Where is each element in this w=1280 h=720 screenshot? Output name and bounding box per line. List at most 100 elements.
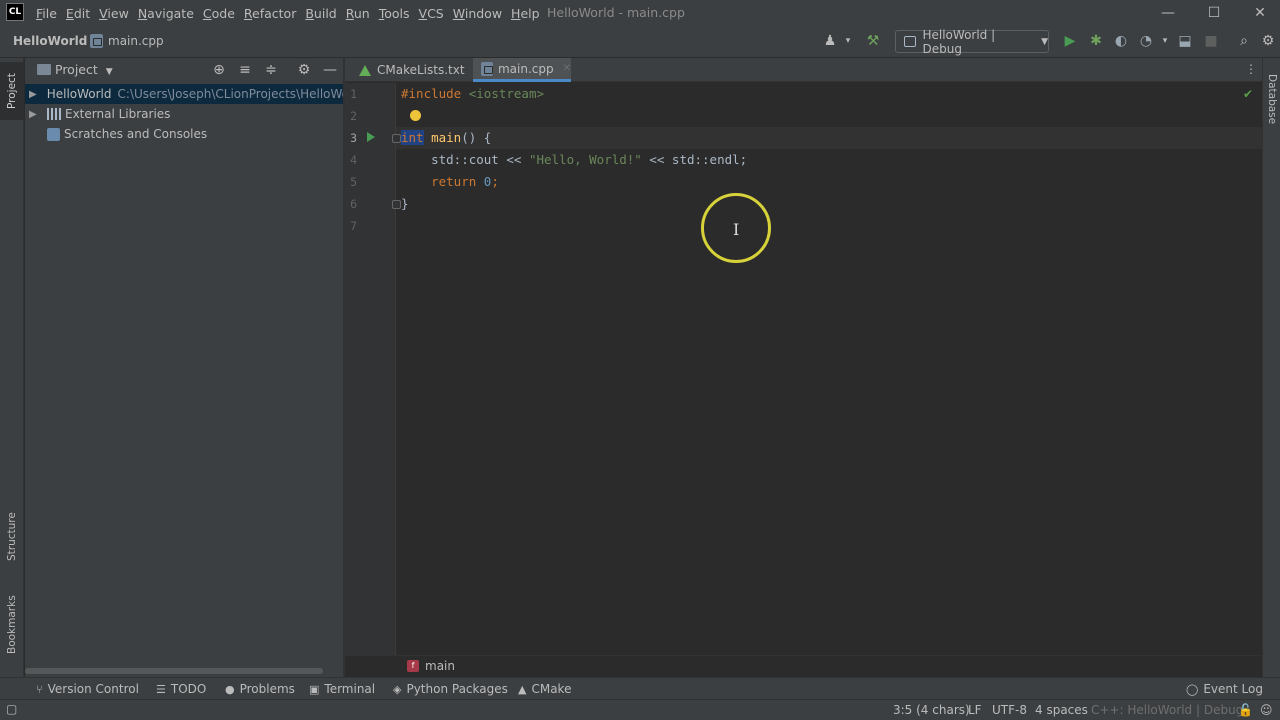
side-tab-structure[interactable]: Structure: [0, 502, 24, 572]
gear-icon[interactable]: ⚙: [295, 61, 313, 79]
tree-item-helloworld[interactable]: ▶ HelloWorld C:\Users\Joseph\CLionProjects…: [25, 84, 343, 104]
line-number: 6: [350, 197, 357, 211]
side-tab-bookmarks[interactable]: Bookmarks: [0, 586, 24, 664]
side-tab-project[interactable]: Project: [0, 62, 24, 120]
no-problems-check-icon[interactable]: ✔: [1243, 87, 1253, 101]
menu-refactor[interactable]: Refactor: [244, 6, 296, 21]
more-tabs-icon[interactable]: ⋮: [1245, 62, 1257, 76]
app-logo: CL: [6, 3, 24, 21]
tool-todo[interactable]: ☰ TODO: [156, 682, 206, 696]
horizontal-scrollbar[interactable]: [25, 668, 323, 674]
menu-navigate[interactable]: Navigate: [138, 6, 194, 21]
menu-window[interactable]: Window: [453, 6, 502, 21]
cpp-file-icon: [90, 34, 103, 48]
status-encoding[interactable]: UTF-8: [992, 703, 1027, 717]
settings-icon[interactable]: ⚙: [1260, 33, 1276, 49]
menu-build[interactable]: Build: [305, 6, 336, 21]
menu-help[interactable]: Help: [511, 6, 540, 21]
tree-item-label: External Libraries: [65, 107, 171, 121]
debug-icon[interactable]: ✱: [1088, 33, 1104, 49]
chevron-down-icon: ▼: [1041, 36, 1048, 47]
status-line-separator[interactable]: LF: [968, 703, 982, 717]
minimize-button[interactable]: —: [1158, 3, 1178, 23]
tool-terminal[interactable]: ▣ Terminal: [309, 682, 375, 696]
lock-icon[interactable]: 🔓: [1238, 703, 1253, 717]
tree-item-label: Scratches and Consoles: [64, 127, 208, 141]
hide-icon[interactable]: —: [321, 61, 339, 79]
toggle-tool-windows-icon[interactable]: ▢: [6, 702, 17, 716]
terminal-icon: ▣: [309, 682, 320, 696]
run-configuration-select[interactable]: HelloWorld | Debug ▼: [895, 28, 1049, 56]
stop-icon[interactable]: ■: [1203, 33, 1219, 49]
tab-main-cpp[interactable]: main.cpp ✕: [473, 58, 571, 82]
breadcrumb-project[interactable]: HelloWorld: [13, 34, 87, 48]
chevron-down-icon: ▼: [105, 67, 113, 77]
version-control-icon: ⑂: [36, 682, 43, 696]
tree-item-scratches-and-consoles[interactable]: Scratches and Consoles: [25, 124, 343, 144]
build-hammer-icon[interactable]: ⚒: [865, 33, 881, 49]
user-icon[interactable]: ♟: [822, 33, 838, 49]
close-button[interactable]: ✕: [1250, 3, 1270, 23]
cmake-icon: ▲: [518, 682, 527, 696]
right-tool-strip: Database: [1262, 58, 1280, 698]
expand-arrow-icon[interactable]: ▶: [29, 89, 37, 100]
menu-tools[interactable]: Tools: [379, 6, 410, 21]
tree-item-external-libraries[interactable]: ▶ External Libraries: [25, 104, 343, 124]
locate-icon[interactable]: ⊕: [210, 61, 228, 79]
project-panel: Project ▼ ⊕ ≡ ≑ ⚙ — ▶ HelloWorld C:\Users\…: [25, 58, 343, 678]
editor-gutter: [345, 83, 395, 655]
breadcrumb-function[interactable]: main: [425, 659, 455, 673]
expand-arrow-icon[interactable]: ▶: [29, 109, 41, 120]
menu-vcs[interactable]: VCS: [419, 6, 444, 21]
attach-icon[interactable]: ⬓: [1177, 33, 1193, 49]
status-caret-position[interactable]: 3:5 (4 chars): [893, 703, 970, 717]
fold-marker-icon[interactable]: [392, 200, 401, 209]
menu-view[interactable]: View: [99, 6, 129, 21]
menu-run[interactable]: Run: [346, 6, 370, 21]
tool-python-packages[interactable]: ◈ Python Packages: [393, 682, 508, 696]
todo-icon: ☰: [156, 682, 166, 696]
tool-cmake[interactable]: ▲ CMake: [518, 682, 571, 696]
intention-bulb-icon[interactable]: [410, 110, 421, 121]
folder-icon: [37, 64, 51, 75]
code-line-6: }: [401, 196, 409, 211]
breadcrumb-file[interactable]: main.cpp: [90, 34, 164, 48]
fold-marker-icon[interactable]: [392, 134, 401, 143]
cpp-file-icon: [481, 61, 493, 76]
tool-version-control[interactable]: ⑂ Version Control: [36, 682, 139, 696]
status-context[interactable]: C++: HelloWorld | Debug: [1091, 703, 1243, 717]
code-editor[interactable]: 1 2 3 4 5 6 7 #include <iostream> int main() {…: [345, 83, 1262, 655]
close-tab-icon[interactable]: ✕: [563, 63, 571, 74]
project-view-select[interactable]: Project ▼: [55, 62, 113, 77]
menu-edit[interactable]: Edit: [66, 6, 90, 21]
maximize-button[interactable]: ☐: [1204, 3, 1224, 23]
status-bar: ▢ 3:5 (4 chars) LF UTF-8 4 spaces C++: H…: [0, 699, 1280, 720]
left-tool-strip: Project Structure Bookmarks: [0, 58, 24, 698]
packages-icon: ◈: [393, 682, 402, 696]
menu-code[interactable]: Code: [203, 6, 235, 21]
chevron-down-icon[interactable]: ▾: [840, 33, 856, 49]
tool-event-log[interactable]: ◯ Event Log: [1186, 682, 1263, 696]
menu-file[interactable]: File: [36, 6, 57, 21]
code-line-4: std::cout << "Hello, World!" << std::end…: [401, 152, 748, 167]
code-line-1: #include <iostream>: [401, 86, 545, 101]
code-line-3: int main() {: [401, 130, 492, 145]
cmake-file-icon: [359, 64, 371, 76]
coverage-icon[interactable]: ◐: [1113, 33, 1129, 49]
profile-icon[interactable]: ◔: [1138, 33, 1154, 49]
tool-problems[interactable]: ● Problems: [225, 682, 295, 696]
run-gutter-icon[interactable]: [367, 132, 375, 142]
search-icon[interactable]: ⌕: [1236, 33, 1252, 49]
expand-all-icon[interactable]: ≡: [236, 61, 254, 79]
inspector-icon[interactable]: ☺: [1260, 703, 1273, 717]
menu-items: File Edit View Navigate Code Refactor Build Run…: [36, 0, 549, 26]
function-icon: f: [407, 660, 419, 672]
run-icon[interactable]: ▶: [1062, 33, 1078, 49]
chevron-down-icon[interactable]: ▾: [1157, 33, 1173, 49]
tab-cmakelists[interactable]: CMakeLists.txt ✕: [351, 58, 482, 82]
line-number: 4: [350, 153, 357, 167]
collapse-all-icon[interactable]: ≑: [262, 61, 280, 79]
tree-item-label: HelloWorld: [46, 87, 112, 101]
status-indent[interactable]: 4 spaces: [1035, 703, 1088, 717]
side-tab-database[interactable]: Database: [1263, 64, 1280, 134]
